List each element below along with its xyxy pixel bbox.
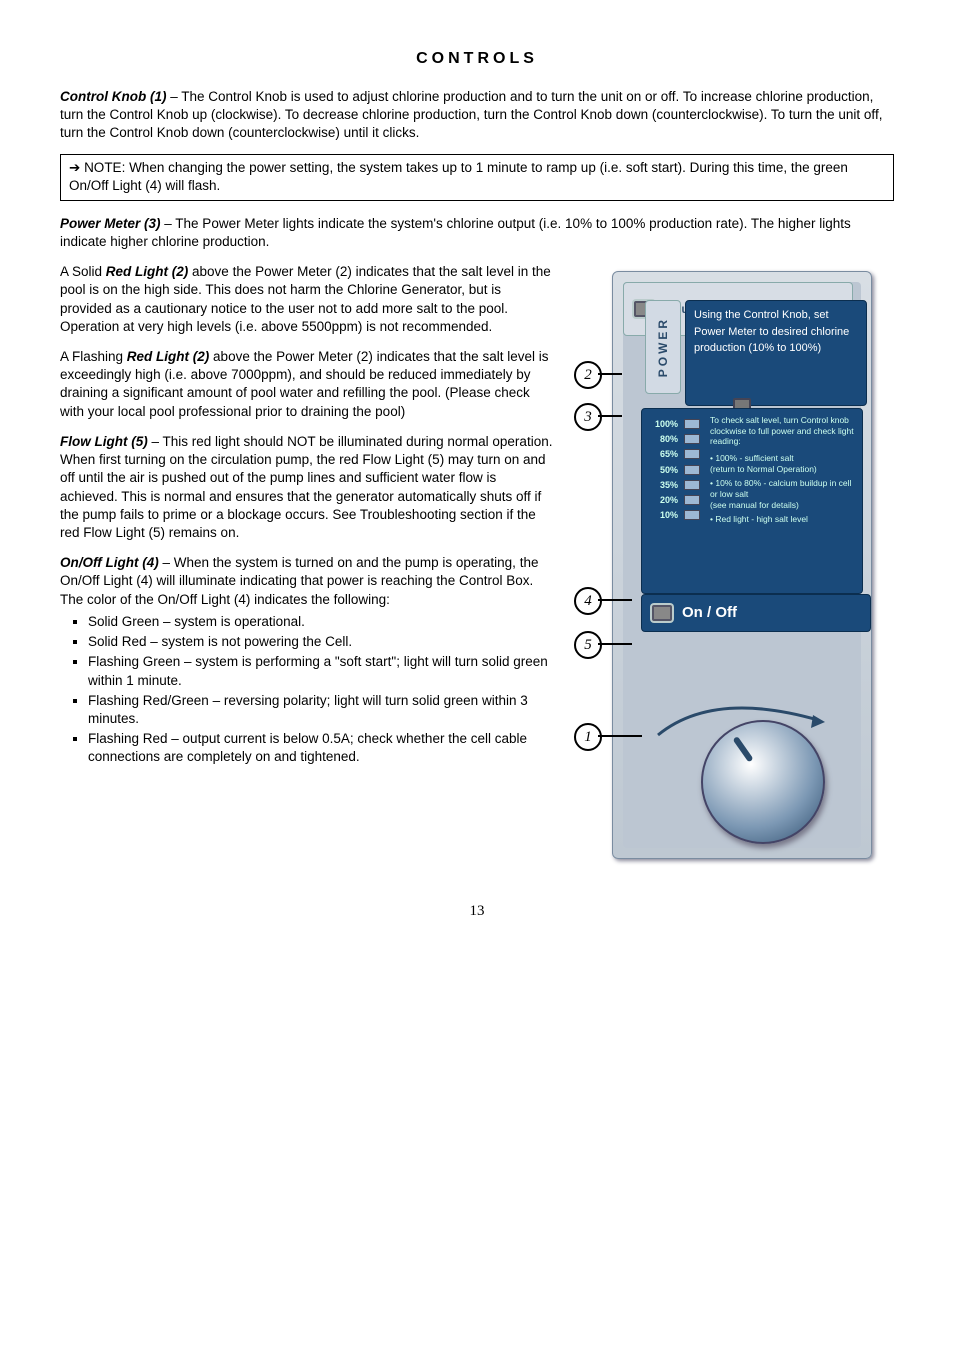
callout-line <box>598 599 632 601</box>
knob-pointer-icon <box>733 736 754 762</box>
meter-note: • Red light - high salt level <box>710 514 856 525</box>
para-solid-red: A Solid Red Light (2) above the Power Me… <box>60 263 554 336</box>
meter-led-icon <box>684 465 700 475</box>
callout-4: 4 <box>574 587 602 615</box>
list-item: Flashing Red/Green – reversing polarity;… <box>88 692 554 728</box>
note-text: NOTE: When changing the power setting, t… <box>69 160 848 193</box>
meter-note: • 100% - sufficient salt <box>710 453 856 464</box>
callout-line <box>598 415 622 417</box>
label-control-knob: Control Knob (1) <box>60 89 166 104</box>
page-number: 13 <box>60 901 894 921</box>
meter-pct: 50% <box>648 464 678 476</box>
para-onoff-light: On/Off Light (4) – When the system is tu… <box>60 554 554 609</box>
control-knob-icon <box>701 720 825 844</box>
meter-pct: 80% <box>648 433 678 445</box>
meter-led-icon <box>684 495 700 505</box>
para-power-meter: Power Meter (3) – The Power Meter lights… <box>60 215 894 251</box>
meter-head-text: To check salt level, turn Control knob c… <box>710 415 856 447</box>
meter-led-icon <box>684 419 700 429</box>
instruction-box-top: Using the Control Knob, set Power Meter … <box>685 300 867 406</box>
label-onoff-light: On/Off Light (4) <box>60 555 159 570</box>
meter-led-icon <box>684 434 700 444</box>
label-flow-light: Flow Light (5) <box>60 434 148 449</box>
para-flow-light: Flow Light (5) – This red light should N… <box>60 433 554 542</box>
body-control-knob: – The Control Knob is used to adjust chl… <box>60 89 882 140</box>
control-panel-illustration: POWER Using the Control Knob, set Power … <box>574 271 874 861</box>
meter-note: (return to Normal Operation) <box>710 464 856 475</box>
power-label-text: POWER <box>655 317 671 377</box>
callout-line <box>598 373 622 375</box>
callout-line <box>598 643 632 645</box>
list-item: Flashing Red – output current is below 0… <box>88 730 554 766</box>
meter-note: (see manual for details) <box>710 500 856 511</box>
callout-5: 5 <box>574 631 602 659</box>
list-item: Flashing Green – system is performing a … <box>88 653 554 689</box>
panel-body: POWER Using the Control Knob, set Power … <box>612 271 872 859</box>
para-flashing-red: A Flashing Red Light (2) above the Power… <box>60 348 554 421</box>
label-red-light: Red Light (2) <box>106 264 189 279</box>
meter-pct: 65% <box>648 448 678 460</box>
label-red-light-2: Red Light (2) <box>127 349 210 364</box>
txt: A Flashing <box>60 349 127 364</box>
meter-pct: 35% <box>648 479 678 491</box>
list-item: Solid Green – system is operational. <box>88 613 554 631</box>
meter-led-icon <box>684 480 700 490</box>
callout-line <box>598 735 642 737</box>
label-power-meter: Power Meter (3) <box>60 216 161 231</box>
note-box: ➔ NOTE: When changing the power setting,… <box>60 154 894 200</box>
onoff-bullet-list: Solid Green – system is operational. Sol… <box>88 613 554 767</box>
body-flow-light: – This red light should NOT be illuminat… <box>60 434 552 540</box>
meter-pct: 10% <box>648 509 678 521</box>
para-control-knob: Control Knob (1) – The Control Knob is u… <box>60 88 894 143</box>
meter-led-icon <box>684 510 700 520</box>
meter-pct: 100% <box>648 418 678 430</box>
panel-inner: POWER Using the Control Knob, set Power … <box>623 282 861 848</box>
meter-pct: 20% <box>648 494 678 506</box>
onoff-box: On / Off <box>641 594 871 632</box>
body-power-meter: – The Power Meter lights indicate the sy… <box>60 216 851 249</box>
page-title: CONTROLS <box>60 48 894 70</box>
meter-box: 100% 80% 65% 50% 35% 20% 10% To check sa… <box>641 408 863 594</box>
power-label-box: POWER <box>645 300 681 394</box>
instruction-text: Using the Control Knob, set Power Meter … <box>694 307 858 357</box>
onoff-label: On / Off <box>682 603 737 623</box>
list-item: Solid Red – system is not powering the C… <box>88 633 554 651</box>
callout-3: 3 <box>574 403 602 431</box>
callout-1: 1 <box>574 723 602 751</box>
meter-note: • 10% to 80% - calcium buildup in cell o… <box>710 478 856 499</box>
txt: A Solid <box>60 264 106 279</box>
meter-led-icon <box>684 449 700 459</box>
onoff-led-icon <box>652 605 672 621</box>
callout-2: 2 <box>574 361 602 389</box>
